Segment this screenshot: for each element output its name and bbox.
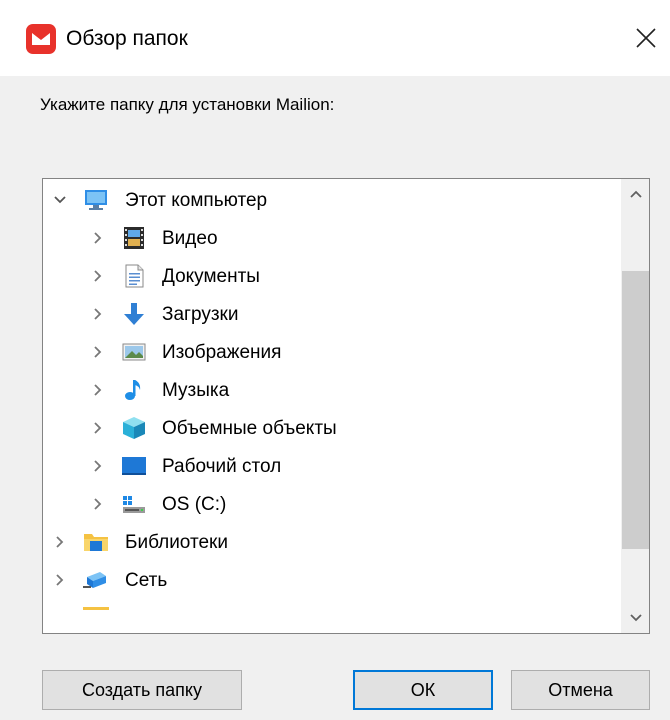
desktop-folder-icon xyxy=(122,457,146,475)
tree-item-label: Библиотеки xyxy=(125,532,228,553)
tree-item-label: Этот компьютер xyxy=(125,190,268,211)
tree-item-label: Изображения xyxy=(162,342,282,363)
scroll-up-button[interactable] xyxy=(621,179,649,209)
tree-item-label: Загрузки xyxy=(162,304,239,325)
chevron-right-icon[interactable] xyxy=(91,345,105,359)
vertical-scrollbar[interactable] xyxy=(621,179,649,633)
chevron-down-icon[interactable] xyxy=(53,193,67,207)
tree-item-drive-c[interactable]: OS (C:) xyxy=(43,485,623,523)
libraries-folder-icon xyxy=(84,534,108,551)
computer-icon xyxy=(85,190,107,210)
chevron-right-icon[interactable] xyxy=(91,269,105,283)
network-icon xyxy=(83,572,106,588)
tree-item-label: Объемные объекты xyxy=(162,418,337,439)
tree-item-documents[interactable]: Документы xyxy=(43,257,623,295)
instruction-text: Укажите папку для установки Mailion: xyxy=(40,95,335,114)
music-folder-icon xyxy=(125,380,141,400)
title-bar: Обзор папок xyxy=(0,0,670,76)
tree-item-pictures[interactable]: Изображения xyxy=(43,333,623,371)
folder-tree[interactable]: Этот компьютер Видео Документы Загрузки … xyxy=(42,178,650,634)
cancel-button[interactable]: Отмена xyxy=(511,670,650,710)
tree-item-music[interactable]: Музыка xyxy=(43,371,623,409)
partial-folder-icon xyxy=(83,607,109,610)
chevron-down-icon xyxy=(630,614,642,622)
tree-item-label: Рабочий стол xyxy=(162,456,282,477)
tree-item-this-pc[interactable]: Этот компьютер xyxy=(43,181,623,219)
chevron-right-icon[interactable] xyxy=(91,307,105,321)
scroll-down-button[interactable] xyxy=(621,603,649,633)
chevron-right-icon[interactable] xyxy=(91,383,105,397)
chevron-right-icon[interactable] xyxy=(91,421,105,435)
scrollbar-thumb[interactable] xyxy=(622,271,649,549)
tree-item-3d-objects[interactable]: Объемные объекты xyxy=(43,409,623,447)
chevron-right-icon[interactable] xyxy=(91,459,105,473)
tree-item-label: Видео xyxy=(162,228,218,249)
chevron-right-icon[interactable] xyxy=(91,231,105,245)
tree-item-label: Документы xyxy=(162,266,260,287)
video-folder-icon xyxy=(124,227,144,249)
tree-item-label: Сеть xyxy=(125,570,168,591)
tree-item-label: OS (C:) xyxy=(162,494,227,515)
close-icon xyxy=(636,28,656,48)
new-folder-button[interactable]: Создать папку xyxy=(42,670,242,710)
window-title: Обзор папок xyxy=(66,27,188,50)
3d-objects-folder-icon xyxy=(123,417,145,439)
chevron-right-icon[interactable] xyxy=(53,535,67,549)
pictures-folder-icon xyxy=(122,343,146,361)
downloads-folder-icon xyxy=(124,303,144,325)
tree-item-video[interactable]: Видео xyxy=(43,219,623,257)
drive-icon xyxy=(123,496,145,513)
tree-item-label: Музыка xyxy=(162,380,230,401)
tree-item-network[interactable]: Сеть xyxy=(43,561,623,599)
chevron-right-icon[interactable] xyxy=(91,497,105,511)
chevron-right-icon[interactable] xyxy=(53,573,67,587)
mailion-envelope-icon xyxy=(26,24,56,54)
tree-item-libraries[interactable]: Библиотеки xyxy=(43,523,623,561)
tree-item-desktop[interactable]: Рабочий стол xyxy=(43,447,623,485)
tree-item-downloads[interactable]: Загрузки xyxy=(43,295,623,333)
chevron-up-icon xyxy=(630,190,642,198)
ok-button[interactable]: ОК xyxy=(353,670,493,710)
close-button[interactable] xyxy=(624,16,668,60)
documents-folder-icon xyxy=(125,264,144,288)
